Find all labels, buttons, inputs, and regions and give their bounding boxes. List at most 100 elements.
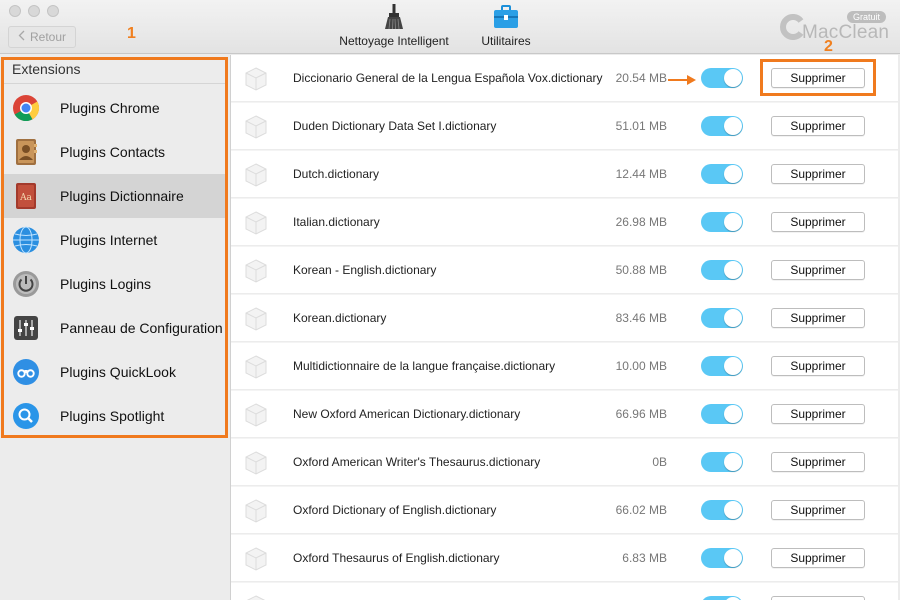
delete-button[interactable]: Supprimer <box>771 500 865 520</box>
sidebar-item-plugins-logins[interactable]: Plugins Logins <box>4 262 225 306</box>
toggle-knob <box>724 309 742 327</box>
dictionary-size: 10.00 MB <box>615 359 667 373</box>
dictionary-name: Korean.dictionary <box>293 311 387 325</box>
enable-toggle[interactable] <box>701 308 743 328</box>
app-logo-name: MacClean <box>802 22 890 43</box>
plugin-cube-icon <box>243 210 269 236</box>
enable-toggle[interactable] <box>701 116 743 136</box>
contacts-icon <box>12 138 40 166</box>
sidebar-item-plugins-contacts[interactable]: Plugins Contacts <box>4 130 225 174</box>
tab-utilities[interactable]: Utilitaires <box>478 4 534 48</box>
tab-smart-clean-label: Nettoyage Intelligent <box>339 34 449 48</box>
sidebar-item-label: Plugins Logins <box>60 276 152 292</box>
plugin-cube-icon <box>243 546 269 572</box>
toggle-knob <box>724 69 742 87</box>
dictionary-size: 0B <box>652 455 667 469</box>
globe-icon <box>12 226 40 254</box>
plugin-cube-icon <box>243 498 269 524</box>
sidebar-item-plugins-quicklook[interactable]: Plugins QuickLook <box>4 350 225 394</box>
plugin-cube-icon <box>243 114 269 140</box>
dictionary-name: Oxford Thesaurus of English.dictionary <box>293 551 500 565</box>
table-row: Dutch.dictionary 12.44 MB Supprimer <box>231 151 898 198</box>
dictionary-name: Diccionario General de la Lengua Español… <box>293 71 603 85</box>
sidebar-item-label: Plugins Internet <box>60 232 158 248</box>
table-row: Italian.dictionary 26.98 MB Supprimer <box>231 199 898 246</box>
close-window-button[interactable] <box>9 5 21 17</box>
sidebar-item-plugins-dictionary[interactable]: Aa Plugins Dictionnaire <box>4 174 225 218</box>
enable-toggle[interactable] <box>701 212 743 232</box>
toggle-knob <box>724 117 742 135</box>
plugin-cube-icon <box>243 594 269 600</box>
arrow-right-icon <box>667 73 697 91</box>
dictionary-name: Duden Dictionary Data Set I.dictionary <box>293 119 497 133</box>
delete-button[interactable]: Supprimer <box>771 212 865 232</box>
toggle-knob <box>724 357 742 375</box>
enable-toggle[interactable] <box>701 68 743 88</box>
plugin-cube-icon <box>243 354 269 380</box>
table-row: Korean.dictionary 83.46 MB Supprimer <box>231 295 898 342</box>
enable-toggle[interactable] <box>701 260 743 280</box>
dictionary-name: Italian.dictionary <box>293 215 380 229</box>
delete-button[interactable]: Supprimer <box>771 116 865 136</box>
plugin-cube-icon <box>243 402 269 428</box>
delete-button[interactable]: Supprimer <box>771 308 865 328</box>
sidebar-item-plugins-chrome[interactable]: Plugins Chrome <box>4 86 225 130</box>
delete-button[interactable]: Supprimer <box>771 260 865 280</box>
toggle-knob <box>724 501 742 519</box>
toolbox-icon <box>493 4 519 30</box>
enable-toggle[interactable] <box>701 452 743 472</box>
annotation-highlight-box-delete <box>760 59 876 96</box>
delete-button[interactable]: Supprimer <box>771 164 865 184</box>
enable-toggle[interactable] <box>701 596 743 600</box>
toggle-knob <box>724 261 742 279</box>
zoom-window-button[interactable] <box>47 5 59 17</box>
dictionary-size: 6.83 MB <box>622 551 667 565</box>
dictionary-list: Diccionario General de la Lengua Español… <box>230 55 898 600</box>
back-button[interactable]: Retour <box>8 26 76 48</box>
annotation-number-2: 2 <box>824 38 833 55</box>
sidebar-item-control-panel[interactable]: Panneau de Configuration <box>4 306 225 350</box>
sidebar-item-label: Plugins Chrome <box>60 100 160 116</box>
enable-toggle[interactable] <box>701 164 743 184</box>
dictionary-name: Oxford Dictionary of English.dictionary <box>293 503 497 517</box>
toggle-knob <box>724 453 742 471</box>
sliders-icon <box>12 314 40 342</box>
dictionary-size: 26.98 MB <box>615 215 667 229</box>
toggle-knob <box>724 405 742 423</box>
sidebar: Extensions Plugins Chrome Plugins Contac… <box>0 55 230 600</box>
plugin-cube-icon <box>243 162 269 188</box>
sidebar-item-plugins-internet[interactable]: Plugins Internet <box>4 218 225 262</box>
dictionary-size: 66.02 MB <box>615 503 667 517</box>
sidebar-item-label: Plugins Dictionnaire <box>60 188 184 204</box>
minimize-window-button[interactable] <box>28 5 40 17</box>
table-row: Oxford American Writer's Thesaurus.dicti… <box>231 439 898 486</box>
enable-toggle[interactable] <box>701 356 743 376</box>
power-icon <box>12 270 40 298</box>
table-row: Multidictionnaire de la langue française… <box>231 343 898 390</box>
tab-smart-clean[interactable]: Nettoyage Intelligent <box>339 4 449 48</box>
delete-button[interactable]: Supprimer <box>771 452 865 472</box>
macclean-logo-icon <box>780 14 804 40</box>
table-row: New Oxford American Dictionary.dictionar… <box>231 391 898 438</box>
delete-button[interactable]: Supprimer <box>771 404 865 424</box>
enable-toggle[interactable] <box>701 404 743 424</box>
enable-toggle[interactable] <box>701 548 743 568</box>
app-logo: MacClean Gratuit <box>780 11 890 46</box>
plugin-cube-icon <box>243 66 269 92</box>
sidebar-header: Extensions <box>12 61 81 77</box>
dictionary-name: New Oxford American Dictionary.dictionar… <box>293 407 521 421</box>
sidebar-divider <box>4 83 225 84</box>
enable-toggle[interactable] <box>701 500 743 520</box>
table-row-partial <box>231 583 898 600</box>
chevron-left-icon <box>18 30 25 44</box>
delete-button-partial[interactable] <box>771 596 865 600</box>
sidebar-item-plugins-spotlight[interactable]: Plugins Spotlight <box>4 394 225 438</box>
toggle-knob <box>724 213 742 231</box>
tab-utilities-label: Utilitaires <box>481 34 531 48</box>
sidebar-item-label: Panneau de Configuration <box>60 320 223 336</box>
dictionary-name: Dutch.dictionary <box>293 167 380 181</box>
delete-button[interactable]: Supprimer <box>771 548 865 568</box>
dictionary-size: 20.54 MB <box>615 71 667 85</box>
delete-button[interactable]: Supprimer <box>771 356 865 376</box>
dictionary-size: 66.96 MB <box>615 407 667 421</box>
